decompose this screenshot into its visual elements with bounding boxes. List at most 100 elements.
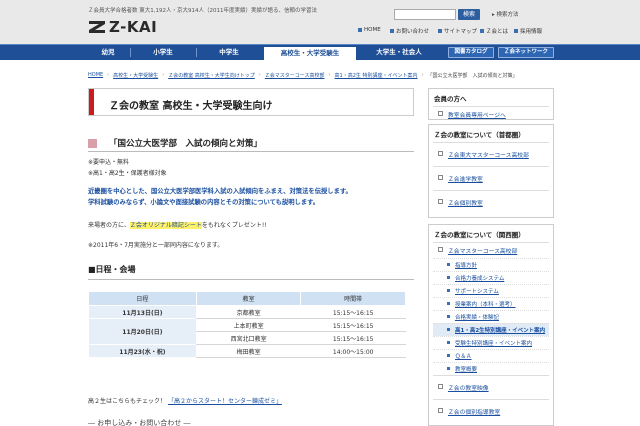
date-cell: 11月23(水・祝) [88,344,197,358]
logo-text: Z-KAI [109,18,158,36]
breadcrumb-item[interactable]: HOME [88,72,103,79]
members-page-link[interactable]: 教室会員専用ページへ [433,106,549,122]
gift-text: 来場者の方に、Ｚ会オリジナル暗記シートをもれなくプレゼント!! [88,220,267,229]
nav-divider [130,48,131,57]
util-link-contact[interactable]: お問い合わせ [390,27,429,35]
util-link-recruit[interactable]: 採用情報 [514,27,542,35]
z-kai-logo[interactable]: Z-KAI [88,18,157,36]
bullet-icon [447,315,450,318]
sidebar-subitem[interactable]: Ｑ＆Ａ [433,349,549,362]
kansai-classroom-box: Ｚ会の教室について（関西圏） Ｚ会マスターコース高校部 指導方針 合格力養成シス… [428,224,554,426]
tab-elementary[interactable]: 小学生 [132,45,194,60]
square-marker-icon [88,138,97,148]
table-header-row: 日程 教室 時間帯 [88,291,406,306]
search-input[interactable] [394,9,456,20]
square-bullet-icon [390,29,394,33]
search-method-link[interactable]: ▸ 検索方法 [492,10,519,18]
room-cell: 梅田教室 [196,344,301,358]
sidebar-item-tokyo-master[interactable]: Ｚ会東大マスターコース高校部 [433,142,549,166]
main-nav: 幼児 小学生 中学生 高校生・大学受験生 大学生・社会人 図書カタログ Ｚ会ネッ… [0,44,640,60]
sidebar-subitem[interactable]: サポートシステム [433,284,549,297]
tab-university[interactable]: 大学生・社会人 [360,45,438,60]
util-link-about[interactable]: Ｚ会とは [480,27,508,35]
date-cell: 11月13日(日) [88,305,197,319]
sidebar-subitem[interactable]: 合格実績・体験記 [433,310,549,323]
related-seminar-link[interactable]: 「高２からスタート！センター錬成ゼミ」 [168,398,282,405]
catalog-button[interactable]: 図書カタログ [448,47,494,58]
sidebar-subitem[interactable]: 受験生特別講座・イベント案内 [433,336,549,349]
sidebar-subitem-current[interactable]: 高1・高2生特別講座・イベント案内 [433,323,549,336]
util-link-home[interactable]: HOME [358,27,381,33]
tab-junior-high[interactable]: 中学生 [198,45,260,60]
tab-high-school[interactable]: 高校生・大学受験生 [264,45,356,60]
link-label: 授業案内（本科・選考） [455,302,516,308]
link-label: Ｚ会個別教室 [448,201,483,207]
sidebar-subitem[interactable]: 授業案内（本科・選考） [433,297,549,310]
util-link-label: HOME [364,27,381,33]
link-label: サポートシステム [455,289,499,295]
time-cell: 15:15～16:15 [300,305,406,319]
link-label: Ｚ会東大マスターコース高校部 [448,153,529,159]
tokyo-classroom-box: Ｚ会の教室について（首都圏） Ｚ会東大マスターコース高校部 Ｚ会進学教室 Ｚ会個… [428,124,554,218]
link-label: 合格実績・体験記 [455,315,500,321]
util-link-label: Ｚ会とは [486,29,509,35]
gift-prefix: 来場者の方に、 [88,222,130,229]
link-label: 受験生特別講座・イベント案内 [455,341,533,347]
sidebar-item-kobetsu-kansai[interactable]: Ｚ会の個別指導教室 [433,399,549,423]
arrow-icon: ▸ [492,12,495,18]
breadcrumb: HOME › 高校生・大学受験生 › Ｚ会の教室 高校生・大学生向けトップ › Ｚ会マ… [88,72,518,79]
note-target: ※高1・高2生・保護者様対象 [88,170,167,177]
bullet-icon [447,354,450,357]
tab-infant[interactable]: 幼児 [88,45,128,60]
page-title-box: Ｚ会の教室 高校生・大学受験生向け [88,88,414,116]
arrow-box-icon [438,247,443,252]
repeat-note: ※2011年6・7月実施分と一部同内容になります。 [88,242,224,249]
breadcrumb-separator: › [328,72,331,78]
table-row: 11月13日(日) 京都教室 15:15～16:15 [88,305,406,319]
sidebar-item-kansai-master[interactable]: Ｚ会マスターコース高校部 [433,242,549,258]
breadcrumb-item[interactable]: Ｚ会の教室 高校生・大学生向けトップ [168,72,255,79]
link-label: 指導方針 [455,263,478,269]
gift-highlight: Ｚ会オリジナル暗記シート [129,222,202,229]
breadcrumb-item[interactable]: Ｚ会マスターコース高校部 [265,72,325,79]
util-link-label: お問い合わせ [396,29,430,35]
kansai-heading: Ｚ会の教室について（関西圏） [434,231,525,239]
sidebar-item-eizou[interactable]: Ｚ会の教室映像 [433,375,549,399]
sidebar-subitem[interactable]: 教室概要 [433,362,549,375]
time-cell: 15:15～16:15 [300,318,406,332]
column-header: 教室 [195,291,302,306]
breadcrumb-separator: › [107,72,110,78]
bullet-icon [447,367,450,370]
square-bullet-icon [358,28,362,32]
related-seminar-note: 高２生はこちらもチェック！ 「高２からスタート！センター錬成ゼミ」 [88,396,282,405]
square-bullet-icon [438,29,442,33]
sidebar-subitem[interactable]: 指導方針 [433,258,549,271]
table-row: 11月20日(日) 上本町教室 15:15～16:15 [88,318,406,345]
bullet-icon [447,302,450,305]
column-header: 日程 [88,291,197,306]
description-line: 学科試験のみならず、小論文や面接試験の内容とその対策についても説明します。 [88,199,320,206]
event-title-row: 「国公立大医学部 入試の傾向と対策」 [88,137,262,149]
page-title: Ｚ会の教室 高校生・大学受験生向け [109,101,273,112]
breadcrumb-item[interactable]: 高1・高2生 特別講座・イベント案内 [335,72,418,79]
network-button[interactable]: Ｚ会ネットワーク [498,47,554,58]
bullet-icon [447,328,450,331]
bullet-icon [447,289,450,292]
sidebar-subitem[interactable]: 合格力養成システム [433,271,549,284]
divider [88,279,414,280]
breadcrumb-item[interactable]: 高校生・大学受験生 [113,72,158,79]
link-label: Ｚ会の個別指導教室 [448,410,501,416]
util-link-sitemap[interactable]: サイトマップ [438,27,477,35]
search-button[interactable]: 検索 [458,9,480,20]
time-cell: 14:00～15:00 [300,344,406,358]
breadcrumb-separator: › [421,72,424,78]
contact-heading: ― お申し込み・お問い合わせ ― [88,419,191,426]
sidebar-item-shingaku[interactable]: Ｚ会進学教室 [433,166,549,190]
arrow-box-icon [438,151,443,156]
sidebar-item-kobetsu[interactable]: Ｚ会個別教室 [433,190,549,214]
arrow-box-icon [438,111,443,116]
bullet-icon [447,341,450,344]
schedule-heading: ■日程・会場 [88,265,136,274]
table-row: 11月23(水・祝) 梅田教室 14:00～15:00 [88,344,406,358]
square-bullet-icon [480,29,484,33]
